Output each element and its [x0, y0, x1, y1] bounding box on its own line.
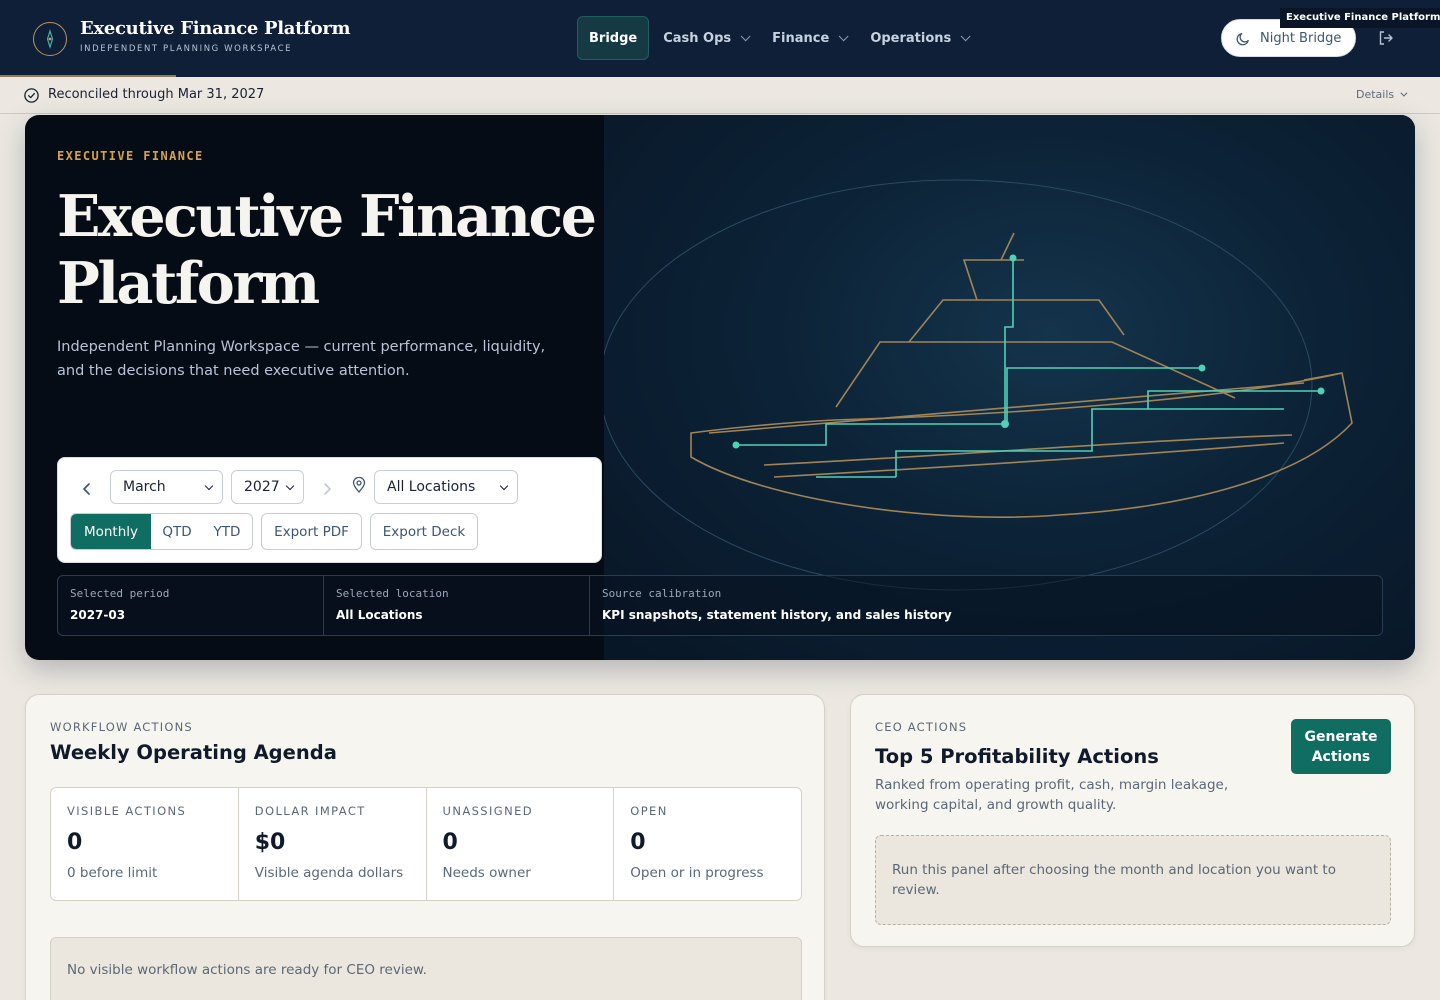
moon-icon	[1236, 32, 1249, 45]
kpi-label: VISIBLE ACTIONS	[67, 804, 187, 818]
hero-eyebrow: EXECUTIVE FINANCE	[57, 149, 204, 163]
year-select-value: 2027	[244, 479, 280, 495]
hero-description: Independent Planning Workspace — current…	[57, 339, 546, 379]
kpi-value: $0	[254, 830, 286, 855]
reconciled-status-text: Reconciled through Mar 31, 2027	[48, 87, 265, 102]
card-title: Weekly Operating Agenda	[50, 741, 337, 764]
logout-icon[interactable]	[1377, 29, 1395, 47]
kpi-sub: Open or in progress	[630, 865, 764, 881]
nav-item-label: Cash Ops	[663, 30, 732, 46]
top-navigation-bar: Executive Finance Platform INDEPENDENT P…	[0, 0, 1440, 77]
kpi-sub: 0 before limit	[67, 865, 158, 881]
card-title: Top 5 Profitability Actions	[875, 745, 1159, 768]
kpi-label: OPEN	[630, 804, 668, 818]
meta-value: 2027-03	[70, 608, 126, 622]
chevron-down-icon	[499, 481, 509, 491]
month-select-value: March	[123, 479, 166, 495]
kpi-visible-actions: VISIBLE ACTIONS 0 0 before limit	[51, 788, 238, 900]
location-select[interactable]: All Locations	[374, 470, 518, 504]
kpi-label: DOLLAR IMPACT	[254, 804, 366, 818]
nav-item-label: Operations	[870, 30, 952, 46]
meta-label: Selected period	[70, 587, 170, 600]
period-monthly[interactable]: Monthly	[71, 514, 151, 549]
chevron-left-icon[interactable]	[78, 480, 96, 498]
workflow-actions-card: WORKFLOW ACTIONS Weekly Operating Agenda…	[25, 694, 825, 1000]
kpi-unassigned: UNASSIGNED 0 Needs owner	[425, 788, 614, 900]
meta-selected-location: Selected location All Locations	[323, 576, 589, 635]
export-deck-button[interactable]: Export Deck	[370, 513, 478, 550]
brand-subtitle: INDEPENDENT PLANNING WORKSPACE	[80, 44, 293, 54]
meta-value: KPI snapshots, statement history, and sa…	[602, 608, 952, 622]
chevron-down-icon	[285, 481, 295, 491]
details-label: Details	[1356, 88, 1395, 101]
chevron-right-icon[interactable]	[318, 480, 336, 498]
reconciliation-status-bar: Reconciled through Mar 31, 2027 Details	[0, 77, 1440, 114]
nav-item-finance[interactable]: Finance	[761, 16, 856, 60]
nav-item-cash-ops[interactable]: Cash Ops	[652, 16, 758, 60]
location-select-value: All Locations	[387, 479, 476, 495]
meta-label: Selected location	[336, 587, 449, 600]
period-controls-panel: March 2027 All Locations Monthly QTD YTD…	[57, 457, 602, 563]
month-select[interactable]: March	[110, 470, 223, 504]
nav-item-operations[interactable]: Operations	[859, 16, 978, 60]
chevron-down-icon	[740, 30, 751, 41]
chevron-down-icon	[204, 481, 214, 491]
meta-label: Source calibration	[602, 587, 722, 600]
chevron-down-icon	[838, 30, 849, 41]
nav-item-bridge[interactable]: Bridge	[577, 16, 650, 60]
brand-title[interactable]: Executive Finance Platform	[80, 18, 351, 39]
export-pdf-button[interactable]: Export PDF	[261, 513, 362, 550]
meta-value: All Locations	[336, 608, 423, 622]
location-pin-icon	[352, 477, 366, 493]
main-nav: Bridge Cash Ops Finance Operations	[577, 16, 981, 60]
compass-logo-icon[interactable]	[33, 22, 67, 56]
kpi-dollar-impact: DOLLAR IMPACT $0 Visible agenda dollars	[237, 788, 426, 900]
year-select[interactable]: 2027	[231, 470, 304, 504]
kpi-open: OPEN 0 Open or in progress	[613, 788, 801, 900]
meta-source-calibration: Source calibration KPI snapshots, statem…	[589, 576, 1382, 635]
chevron-down-icon	[960, 30, 971, 41]
card-eyebrow: CEO ACTIONS	[875, 720, 968, 734]
selection-meta-strip: Selected period 2027-03 Selected locatio…	[57, 575, 1383, 636]
kpi-label: UNASSIGNED	[442, 804, 534, 818]
kpi-value: 0	[67, 830, 83, 855]
card-eyebrow: WORKFLOW ACTIONS	[50, 720, 193, 734]
chevron-down-icon	[1400, 89, 1408, 97]
hero-panel: EXECUTIVE FINANCE Executive Finance Plat…	[25, 115, 1415, 660]
kpi-sub: Needs owner	[442, 865, 531, 881]
night-bridge-label: Night Bridge	[1260, 30, 1342, 46]
details-toggle[interactable]: Details	[1356, 88, 1408, 101]
hero-title: Executive Finance Platform	[57, 183, 597, 317]
workflow-kpi-grid: VISIBLE ACTIONS 0 0 before limit DOLLAR …	[50, 787, 802, 901]
ceo-actions-card: CEO ACTIONS Top 5 Profitability Actions …	[850, 694, 1415, 947]
brand-tooltip: Executive Finance Platform	[1280, 8, 1440, 28]
kpi-value: 0	[630, 830, 646, 855]
nav-item-label: Finance	[772, 30, 830, 46]
check-circle-icon	[24, 88, 39, 103]
workflow-empty-state: No visible workflow actions are ready fo…	[50, 937, 802, 1000]
kpi-sub: Visible agenda dollars	[254, 865, 404, 881]
meta-selected-period: Selected period 2027-03	[58, 576, 323, 635]
kpi-value: 0	[442, 830, 458, 855]
ceo-run-hint: Run this panel after choosing the month …	[875, 835, 1391, 925]
nav-item-label: Bridge	[589, 30, 638, 46]
period-ytd[interactable]: YTD	[203, 514, 251, 549]
period-qtd[interactable]: QTD	[151, 514, 203, 549]
card-description: Ranked from operating profit, cash, marg…	[875, 777, 1229, 813]
generate-actions-button[interactable]: Generate Actions	[1291, 719, 1391, 774]
period-toggle: Monthly QTD YTD	[70, 513, 253, 550]
